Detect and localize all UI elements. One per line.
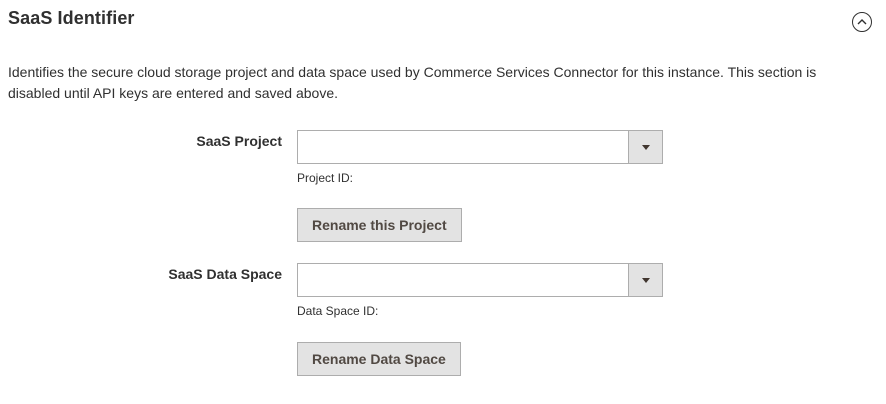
saas-data-space-select[interactable] — [297, 263, 663, 297]
data-space-id-note: Data Space ID: — [297, 304, 378, 318]
dropdown-arrow[interactable] — [628, 131, 662, 163]
section-title: SaaS Identifier — [8, 8, 135, 28]
collapse-toggle-button[interactable] — [852, 12, 872, 32]
section-description: Identifies the secure cloud storage proj… — [8, 64, 817, 101]
saas-project-select[interactable] — [297, 130, 663, 164]
rename-project-button[interactable]: Rename this Project — [297, 208, 462, 242]
triangle-down-icon — [641, 277, 650, 283]
rename-data-space-button[interactable]: Rename Data Space — [297, 342, 461, 376]
saas-data-space-label: SaaS Data Space — [168, 266, 282, 282]
project-id-label: Project ID: — [297, 171, 354, 185]
section-header: SaaS Identifier — [0, 0, 886, 40]
triangle-down-icon — [641, 144, 650, 150]
saas-project-label: SaaS Project — [196, 133, 282, 149]
project-id-note: Project ID: — [297, 171, 353, 185]
data-space-id-label: Data Space ID: — [297, 304, 379, 318]
dropdown-arrow[interactable] — [628, 264, 662, 296]
chevron-up-circle-icon — [857, 18, 867, 26]
saas-identifier-section: SaaS Identifier Identifies the secure cl… — [0, 0, 886, 404]
